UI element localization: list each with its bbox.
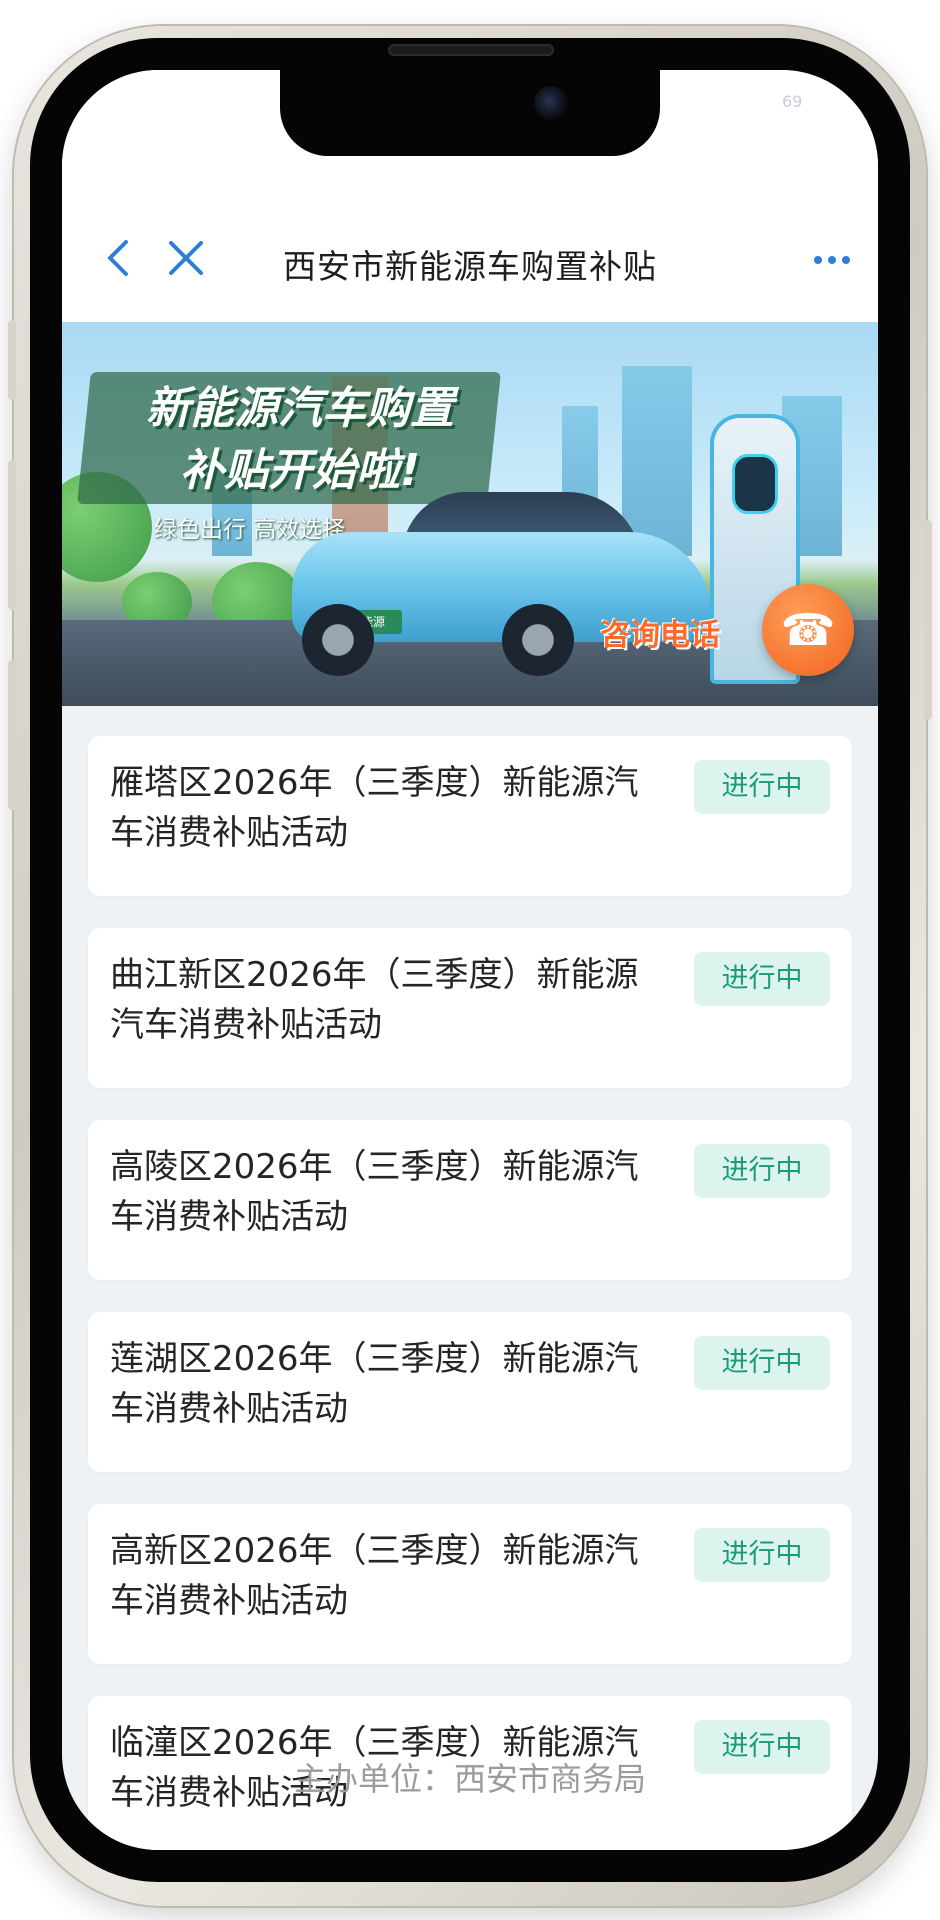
list-item-title: 雁塔区2026年（三季度）新能源汽车消费补贴活动 xyxy=(110,763,639,853)
list-item[interactable]: 高新区2026年（三季度）新能源汽车消费补贴活动 进行中 xyxy=(88,1504,852,1664)
list-item-title: 高新区2026年（三季度）新能源汽车消费补贴活动 xyxy=(110,1531,639,1621)
side-button-right xyxy=(924,520,932,720)
battery-level: 69 xyxy=(782,92,803,111)
more-options-icon[interactable] xyxy=(814,256,850,264)
wheel xyxy=(302,604,374,676)
status-badge: 进行中 xyxy=(694,1336,830,1390)
promo-banner[interactable]: 新能源汽车购置 补贴开始啦! 绿色出行 高效选择 新能源 咨询电话 ☎ xyxy=(62,322,878,706)
side-button-left-2 xyxy=(8,460,16,610)
close-icon[interactable] xyxy=(166,238,206,282)
dot-icon xyxy=(828,256,836,264)
list-item-title: 莲湖区2026年（三季度）新能源汽车消费补贴活动 xyxy=(110,1339,639,1429)
list-item[interactable]: 曲江新区2026年（三季度）新能源汽车消费补贴活动 进行中 xyxy=(88,928,852,1088)
wheel xyxy=(502,604,574,676)
status-badge: 进行中 xyxy=(694,1144,830,1198)
side-button-left-1 xyxy=(8,320,16,400)
phone-screen: 69 西安市新能源车购置补贴 新能源汽车购置 补贴开始啦! 绿色出行 高效选择 xyxy=(62,70,878,1850)
dot-icon xyxy=(814,256,822,264)
dot-icon xyxy=(842,256,850,264)
list-item[interactable]: 雁塔区2026年（三季度）新能源汽车消费补贴活动 进行中 xyxy=(88,736,852,896)
notch xyxy=(280,70,660,156)
status-badge: 进行中 xyxy=(694,1528,830,1582)
list-item-title: 曲江新区2026年（三季度）新能源汽车消费补贴活动 xyxy=(110,955,639,1045)
consult-phone-label[interactable]: 咨询电话 xyxy=(600,610,720,654)
subsidy-list: 雁塔区2026年（三季度）新能源汽车消费补贴活动 进行中 曲江新区2026年（三… xyxy=(88,736,852,1850)
charger-screen xyxy=(732,454,778,514)
organizer-note: 主办单位：西安市商务局 xyxy=(293,1760,646,1798)
banner-headline-line1: 新能源汽车购置 xyxy=(146,383,454,434)
list-item[interactable]: 莲湖区2026年（三季度）新能源汽车消费补贴活动 进行中 xyxy=(88,1312,852,1472)
page-title: 西安市新能源车购置补贴 xyxy=(283,247,657,286)
list-item[interactable]: 高陵区2026年（三季度）新能源汽车消费补贴活动 进行中 xyxy=(88,1120,852,1280)
page-header: 西安市新能源车购置补贴 xyxy=(62,180,878,322)
banner-headline: 新能源汽车购置 补贴开始啦! xyxy=(90,378,510,502)
earpiece-speaker xyxy=(388,44,554,56)
status-badge: 进行中 xyxy=(694,952,830,1006)
status-bar: 69 xyxy=(62,70,878,180)
back-icon[interactable] xyxy=(104,238,134,282)
side-button-left-3 xyxy=(8,660,16,810)
status-badge: 进行中 xyxy=(694,760,830,814)
list-item-title: 高陵区2026年（三季度）新能源汽车消费补贴活动 xyxy=(110,1147,639,1237)
phone-call-icon[interactable]: ☎ xyxy=(762,584,854,676)
front-camera xyxy=(534,86,568,120)
